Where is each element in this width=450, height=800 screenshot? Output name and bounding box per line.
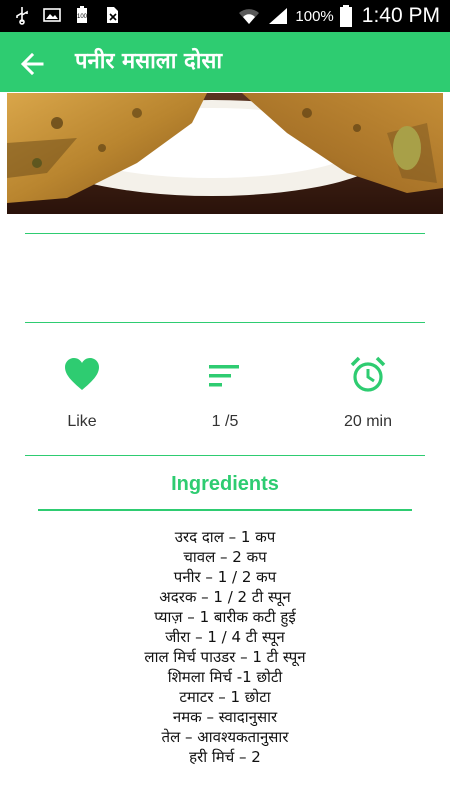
ingredients-list: उरद दाल – 1 कप चावल – 2 कप पनीर – 1 / 2 … bbox=[0, 527, 450, 767]
ingredient-item: हरी मिर्च – 2 bbox=[189, 748, 261, 766]
like-label: Like bbox=[67, 413, 97, 430]
ingredient-item: नमक – स्वादानुसार bbox=[172, 708, 278, 726]
status-bar: 100 100% 1:40 PM bbox=[0, 0, 450, 32]
ingredients-heading: Ingredients bbox=[171, 473, 279, 495]
status-time: 1:40 PM bbox=[361, 4, 440, 27]
recipe-image bbox=[7, 93, 443, 214]
like-button[interactable]: Like bbox=[22, 355, 142, 431]
ingredient-item: प्याज़ – 1 बारीक कटी हुई bbox=[154, 608, 296, 626]
heart-icon bbox=[65, 358, 99, 390]
usb-icon bbox=[16, 7, 28, 25]
divider-middle bbox=[25, 322, 425, 323]
battery-percent: 100% bbox=[295, 7, 334, 25]
sort-lines-icon bbox=[209, 365, 239, 387]
ingredient-item: शिमला मिर्च -1 छोटी bbox=[167, 668, 283, 686]
ingredient-item: टमाटर – 1 छोटा bbox=[179, 688, 271, 706]
divider-top bbox=[25, 233, 425, 234]
ingredients-underline bbox=[38, 509, 412, 511]
back-button[interactable] bbox=[18, 49, 48, 79]
svg-text:100: 100 bbox=[77, 14, 88, 20]
ingredient-item: तेल – आवश्यकतानुसार bbox=[161, 728, 289, 746]
divider-bottom bbox=[25, 455, 425, 456]
ingredient-item: अदरक – 1 / 2 टी स्पून bbox=[159, 588, 291, 606]
time-stat: 20 min bbox=[308, 355, 428, 431]
image-icon bbox=[43, 8, 61, 22]
ingredient-item: उरद दाल – 1 कप bbox=[174, 528, 276, 546]
page-title: पनीर मसाला दोसा bbox=[75, 49, 223, 74]
time-label: 20 min bbox=[343, 413, 393, 430]
no-sim-icon bbox=[107, 7, 118, 23]
wifi-icon bbox=[239, 9, 260, 24]
rating-stat: 1 /5 bbox=[165, 355, 285, 431]
ingredient-item: पनीर – 1 / 2 कप bbox=[173, 568, 277, 586]
signal-icon bbox=[269, 8, 288, 24]
ingredient-item: लाल मिर्च पाउडर – 1 टी स्पून bbox=[144, 648, 306, 666]
alarm-clock-icon bbox=[350, 356, 386, 392]
ingredient-item: चावल – 2 कप bbox=[183, 548, 267, 566]
app-bar: पनीर मसाला दोसा bbox=[0, 32, 450, 92]
rating-label: 1 /5 bbox=[211, 413, 239, 430]
battery-icon bbox=[339, 5, 352, 27]
arrow-back-icon bbox=[20, 52, 44, 76]
battery-saver-icon: 100 bbox=[77, 6, 88, 23]
ingredient-item: जीरा – 1 / 4 टी स्पून bbox=[165, 628, 285, 646]
